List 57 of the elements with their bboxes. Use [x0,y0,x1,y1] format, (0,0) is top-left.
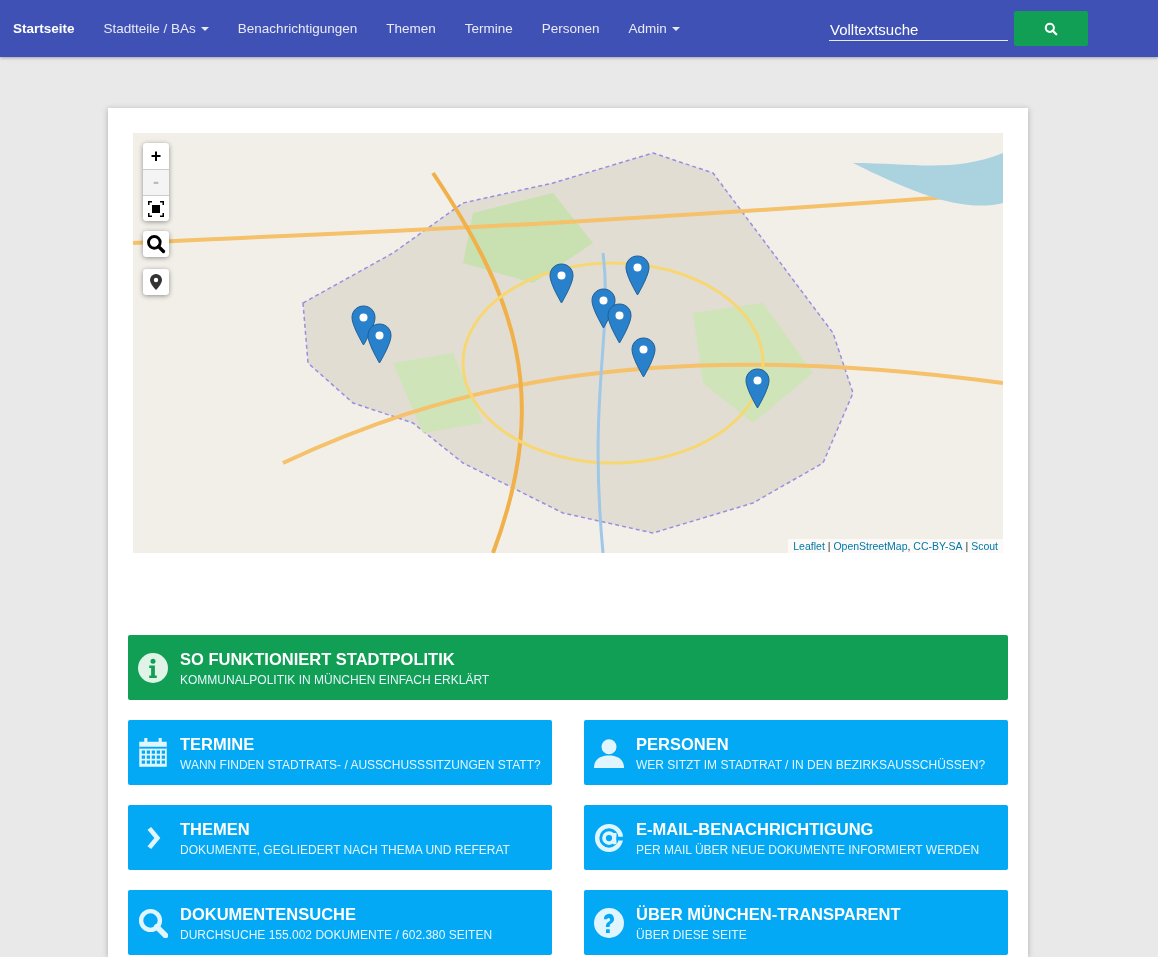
info-icon [138,652,168,683]
locate-button[interactable] [143,269,169,295]
map-marker-icon[interactable] [549,263,574,304]
tile-title: THEMEN [180,818,251,839]
tile-link[interactable]: ÜBER MÜNCHEN-TRANSPARENT ÜBER DIESE SEITE [584,890,1008,955]
map-marker-icon[interactable] [745,368,770,409]
tile-link[interactable]: TERMINE WANN FINDEN STADTRATS- / AUSSCHUSSSITZUNGEN STATT? [128,720,552,785]
nav-link[interactable]: Termine [450,0,528,57]
separator: | [826,540,832,552]
tile-title: DOKUMENTENSUCHE [180,903,357,924]
tile-title: E-MAIL-BENACHRICHTIGUNG [636,818,875,839]
person-icon [594,737,624,768]
map-marker-icon[interactable] [351,305,376,346]
question-icon [594,907,624,938]
map-marker-icon[interactable] [625,255,650,296]
attribution-link[interactable]: CC-BY-SA [913,540,963,552]
map-search-button[interactable] [143,231,169,257]
search-icon [146,234,166,254]
map-marker-icon[interactable] [607,303,632,344]
fullscreen-icon [148,200,164,217]
calendar-icon [138,737,168,768]
nav-link[interactable]: Themen [371,0,451,57]
tile-title: ÜBER MÜNCHEN-TRANSPARENT [636,903,901,924]
tile-subtitle: WER SITZT IM STADTRAT / IN DEN BEZIRKSAUSSCHÜSSEN? [636,757,986,772]
tile-subtitle: WANN FINDEN STADTRATS- / AUSSCHUSSSITZUNGEN STATT? [180,757,541,772]
tile-link[interactable]: THEMEN DOKUMENTE, GEGLIEDERT NACH THEMA UND REFERAT [128,805,552,870]
map-marker-icon[interactable] [631,337,656,378]
tile-link[interactable]: E-MAIL-BENACHRICHTIGUNG PER MAIL ÜBER NEUE DOKUMENTE INFORMIERT WERDEN [584,805,1008,870]
tile-subtitle: KOMMUNALPOLITIK IN MÜNCHEN EINFACH ERKLÄRT [180,672,490,687]
attribution-link[interactable]: Scout [971,540,998,552]
separator: , [907,540,912,552]
tile-title: TERMINE [180,733,256,754]
tile-subtitle: DURCHSUCHE 155.002 DOKUMENTE / 602.380 SEITEN [180,927,493,942]
nav-dropdown[interactable]: Admin [614,0,695,57]
tile-title: PERSONEN [636,733,730,754]
attribution-link[interactable]: Leaflet [793,540,825,552]
tile-title: SO FUNKTIONIERT STADTPOLITIK [180,648,456,669]
location-pin-icon [150,274,162,290]
tile-link[interactable]: PERSONEN WER SITZT IM STADTRAT / IN DEN BEZIRKSAUSSCHÜSSEN? [584,720,1008,785]
nav-link[interactable]: Benachrichtigungen [223,0,372,57]
separator: | [964,540,970,552]
home-link[interactable]: Startseite [0,0,90,57]
tile-subtitle: ÜBER DIESE SEITE [636,927,748,942]
search-icon [1044,21,1058,36]
zoom-in-button[interactable]: + [143,143,169,169]
search-field[interactable]: Volltextsuche [829,16,1008,41]
nav-dropdown[interactable]: Stadtteile / BAs [89,0,224,57]
map-marker-icon[interactable] [367,323,392,364]
tile-link[interactable]: SO FUNKTIONIERT STADTPOLITIK KOMMUNALPOLITIK IN MÜNCHEN EINFACH ERKLÄRT [128,635,1008,700]
search-icon [138,907,168,938]
tile-subtitle: PER MAIL ÜBER NEUE DOKUMENTE INFORMIERT WERDEN [636,842,980,857]
fullscreen-button[interactable] [143,195,169,221]
tile-link[interactable]: DOKUMENTENSUCHE DURCHSUCHE 155.002 DOKUMENTE / 602.380 SEITEN [128,890,552,955]
attribution-link[interactable]: OpenStreetMap [833,540,908,552]
nav-link[interactable]: Personen [527,0,615,57]
at-sign-icon [594,822,624,853]
tile-subtitle: DOKUMENTE, GEGLIEDERT NACH THEMA UND REFERAT [180,842,510,857]
